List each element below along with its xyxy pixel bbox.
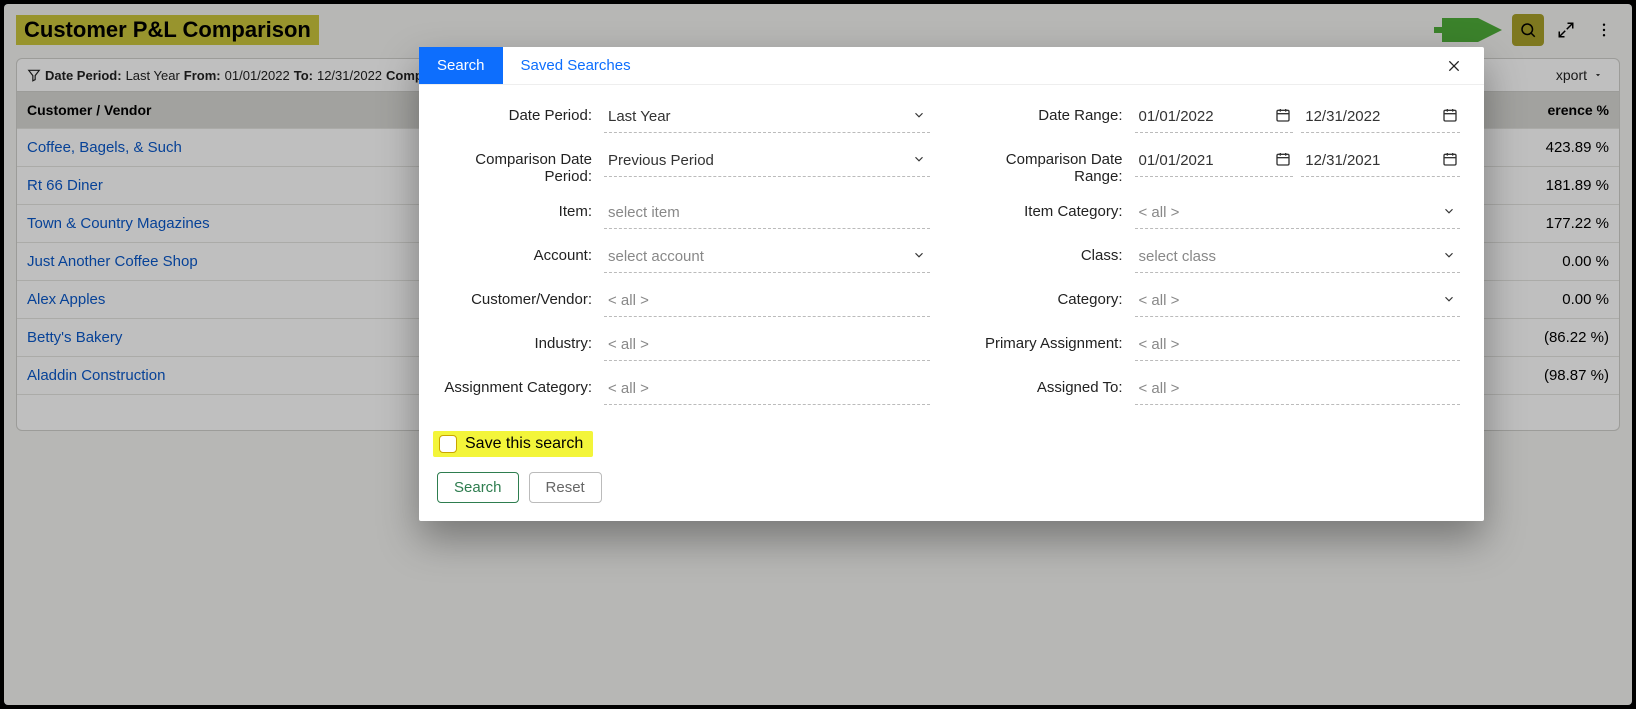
label-account: Account: xyxy=(429,241,604,264)
filter-date-period-label: Date Period: xyxy=(45,68,122,83)
customer-link[interactable]: Alex Apples xyxy=(27,291,105,308)
customer-link[interactable]: Town & Country Magazines xyxy=(27,215,210,232)
filter-from-value: 01/01/2022 xyxy=(225,68,290,83)
customer-link[interactable]: Aladdin Construction xyxy=(27,367,165,384)
input-item-category[interactable] xyxy=(1135,197,1461,229)
label-category: Category: xyxy=(960,285,1135,308)
label-assignment-category: Assignment Category: xyxy=(429,373,604,396)
difference-value: (86.22 %) xyxy=(1479,319,1619,356)
expand-icon xyxy=(1557,21,1575,39)
input-comp-date-range-to[interactable] xyxy=(1301,145,1460,177)
label-comp-date-period: Comparison Date Period: xyxy=(429,145,604,185)
filter-to-value: 12/31/2022 xyxy=(317,68,382,83)
export-label: xport xyxy=(1556,67,1587,83)
close-button[interactable] xyxy=(1438,50,1470,82)
reset-button[interactable]: Reset xyxy=(529,472,602,503)
filter-from-label: From: xyxy=(184,68,221,83)
customer-link[interactable]: Rt 66 Diner xyxy=(27,177,103,194)
calendar-icon[interactable] xyxy=(1442,151,1458,167)
input-date-range-from[interactable] xyxy=(1135,101,1294,133)
customer-link[interactable]: Betty's Bakery xyxy=(27,329,122,346)
difference-value: 181.89 % xyxy=(1479,167,1619,204)
tab-search[interactable]: Search xyxy=(419,47,503,84)
label-customer-vendor: Customer/Vendor: xyxy=(429,285,604,308)
difference-value: 0.00 % xyxy=(1479,281,1619,318)
label-date-range: Date Range: xyxy=(960,101,1135,124)
save-search-label: Save this search xyxy=(465,435,583,453)
page-title: Customer P&L Comparison xyxy=(16,15,319,45)
label-comp-date-range: Comparison Date Range: xyxy=(960,145,1135,185)
label-item-category: Item Category: xyxy=(960,197,1135,220)
input-industry[interactable] xyxy=(604,329,930,361)
input-customer-vendor[interactable] xyxy=(604,285,930,317)
kebab-icon xyxy=(1595,21,1613,39)
label-date-period: Date Period: xyxy=(429,101,604,124)
more-icon-button[interactable] xyxy=(1588,14,1620,46)
close-icon xyxy=(1446,58,1462,74)
customer-link[interactable]: Just Another Coffee Shop xyxy=(27,253,198,270)
customer-link[interactable]: Coffee, Bagels, & Such xyxy=(27,139,182,156)
label-primary-assignment: Primary Assignment: xyxy=(960,329,1135,352)
label-assigned-to: Assigned To: xyxy=(960,373,1135,396)
input-assignment-category[interactable] xyxy=(604,373,930,405)
difference-value: 0.00 % xyxy=(1479,243,1619,280)
caret-down-icon xyxy=(1593,70,1603,80)
input-date-period[interactable] xyxy=(604,101,930,133)
input-item[interactable] xyxy=(604,197,930,229)
filter-icon xyxy=(27,68,41,82)
label-class: Class: xyxy=(960,241,1135,264)
difference-value: 423.89 % xyxy=(1479,129,1619,166)
search-button[interactable]: Search xyxy=(437,472,519,503)
label-item: Item: xyxy=(429,197,604,220)
input-assigned-to[interactable] xyxy=(1135,373,1461,405)
input-category[interactable] xyxy=(1135,285,1461,317)
expand-icon-button[interactable] xyxy=(1550,14,1582,46)
export-button[interactable]: xport xyxy=(1550,65,1609,85)
calendar-icon[interactable] xyxy=(1275,151,1291,167)
input-comp-date-range-from[interactable] xyxy=(1135,145,1294,177)
calendar-icon[interactable] xyxy=(1275,107,1291,123)
arrow-annotation xyxy=(1432,18,1502,42)
checkbox-icon xyxy=(439,435,457,453)
search-icon xyxy=(1519,21,1537,39)
tab-saved-searches[interactable]: Saved Searches xyxy=(503,47,649,84)
filter-date-period-value: Last Year xyxy=(126,68,180,83)
save-search-toggle[interactable]: Save this search xyxy=(433,431,593,457)
label-industry: Industry: xyxy=(429,329,604,352)
filter-to-label: To: xyxy=(294,68,313,83)
input-primary-assignment[interactable] xyxy=(1135,329,1461,361)
input-account[interactable] xyxy=(604,241,930,273)
search-icon-button[interactable] xyxy=(1512,14,1544,46)
input-comp-date-period[interactable] xyxy=(604,145,930,177)
search-modal: Search Saved Searches Date Period: Date … xyxy=(419,47,1484,521)
col-difference[interactable]: erence % xyxy=(1479,92,1619,128)
calendar-icon[interactable] xyxy=(1442,107,1458,123)
difference-value: (98.87 %) xyxy=(1479,357,1619,394)
input-date-range-to[interactable] xyxy=(1301,101,1460,133)
input-class[interactable] xyxy=(1135,241,1461,273)
difference-value: 177.22 % xyxy=(1479,205,1619,242)
